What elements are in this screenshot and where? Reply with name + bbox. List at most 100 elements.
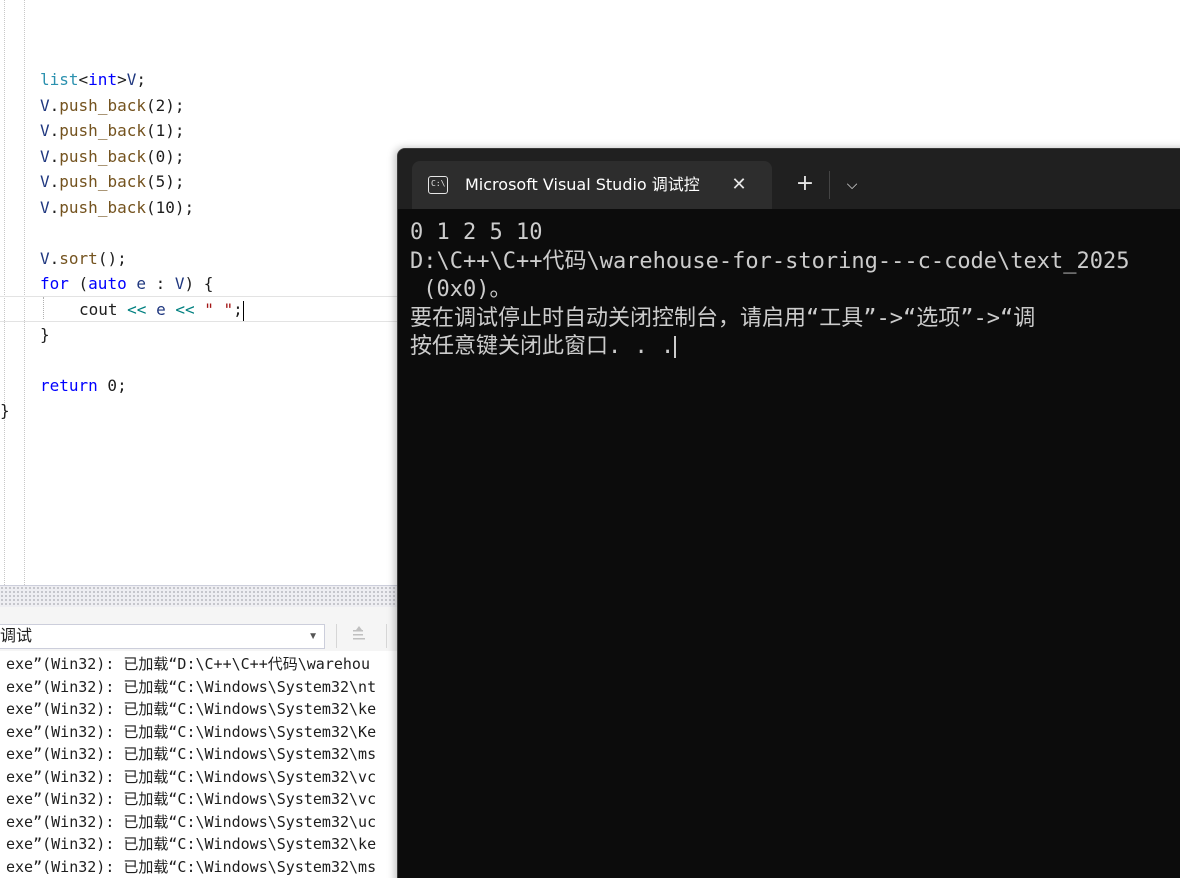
code-token: . (49, 121, 60, 140)
code-token: int (88, 70, 118, 89)
toolbar-divider (336, 624, 337, 648)
toolbar-divider (386, 624, 387, 648)
indent-guide (4, 0, 5, 585)
code-token: (0); (145, 147, 185, 166)
console-output[interactable]: 0 1 2 5 10 D:\C++\C++代码\warehouse-for-st… (410, 219, 1180, 362)
tab-title: Microsoft Visual Studio 调试控 (465, 175, 700, 194)
log-line: exe”(Win32): 已加载“C:\Windows\System32\vc (6, 790, 377, 808)
code-token: . (49, 147, 60, 166)
code-token: return (40, 376, 98, 395)
console-line: 按任意键关闭此窗口. . . (410, 333, 1180, 362)
code-token: << (117, 300, 157, 319)
code-line[interactable]: V.sort(); (40, 246, 127, 271)
code-token: V (126, 70, 137, 89)
code-line[interactable]: V.push_back(2); (40, 93, 185, 118)
code-token: V (40, 147, 50, 166)
text-caret (242, 300, 244, 321)
console-icon-glyph: C:\ (431, 179, 446, 188)
code-token: push_back (59, 147, 146, 166)
indent-guide (24, 0, 25, 585)
log-line: exe”(Win32): 已加载“C:\Windows\System32\ke (6, 700, 377, 718)
code-line[interactable]: V.push_back(0); (40, 144, 185, 169)
clear-all-icon (353, 626, 365, 640)
output-toolbar: 调试 ▼ (0, 607, 400, 651)
code-token: " " (204, 300, 234, 319)
log-line: exe”(Win32): 已加载“C:\Windows\System32\ms (6, 745, 377, 763)
code-token: sort (59, 249, 98, 268)
code-token: (5); (145, 172, 185, 191)
code-token: 0; (97, 376, 127, 395)
code-line[interactable]: } (40, 322, 50, 347)
console-line: 要在调试停止时自动关闭控制台，请启用“工具”->“选项”->“调 (410, 305, 1036, 331)
terminal-tab[interactable]: C:\ Microsoft Visual Studio 调试控 ✕ (412, 161, 772, 209)
indent-guide (43, 297, 44, 319)
code-token: V (40, 172, 50, 191)
code-token: e (126, 274, 146, 293)
code-token: push_back (59, 198, 146, 217)
chevron-down-icon: ⌵ (846, 177, 858, 193)
code-line[interactable]: for (auto e : V) { (40, 271, 213, 296)
pane-splitter[interactable] (0, 585, 400, 607)
tab-dropdown-button[interactable]: ⌵ (838, 171, 866, 199)
log-line: exe”(Win32): 已加载“C:\Windows\System32\vc (6, 767, 377, 786)
close-icon: ✕ (731, 174, 747, 195)
code-token: (2); (145, 96, 185, 115)
code-token: auto (88, 274, 127, 293)
output-log[interactable]: exe”(Win32): 已加载“D:\C++\C++代码\warehou ex… (0, 653, 400, 878)
code-token: ) { (184, 274, 214, 293)
log-line: exe”(Win32): 已加载“C:\Windows\System32\nt (6, 677, 377, 696)
code-token: push_back (59, 121, 146, 140)
code-token: } (0, 401, 10, 420)
code-line[interactable]: V.push_back(1); (40, 118, 185, 143)
close-tab-button[interactable]: ✕ (726, 172, 752, 198)
code-token: . (49, 172, 60, 191)
log-line: exe”(Win32): 已加载“D:\C++\C++代码\warehou (6, 655, 370, 673)
code-token: V (174, 274, 185, 293)
code-token: (); (97, 249, 127, 268)
code-token: . (49, 96, 60, 115)
code-token: (10); (145, 198, 195, 217)
code-token: list (40, 70, 79, 89)
code-token: } (40, 325, 50, 344)
code-line[interactable]: } (0, 398, 10, 423)
output-source-select[interactable]: 调试 ▼ (0, 624, 325, 649)
terminal-titlebar[interactable]: C:\ Microsoft Visual Studio 调试控 ✕ + ⌵ (398, 149, 1180, 209)
output-source-label: 调试 (0, 628, 33, 645)
code-token: push_back (59, 172, 146, 191)
code-token: V (40, 198, 50, 217)
code-token: V (40, 121, 50, 140)
code-token: V (40, 96, 50, 115)
code-token: . (49, 198, 60, 217)
log-line: exe”(Win32): 已加载“C:\Windows\System32\ms (6, 857, 377, 876)
titlebar-divider (829, 171, 830, 199)
code-token: V (40, 249, 50, 268)
debug-console-window[interactable]: C:\ Microsoft Visual Studio 调试控 ✕ + ⌵ 0 … (397, 148, 1180, 878)
console-line: (0x0)。 (410, 277, 512, 302)
code-token: e (156, 300, 166, 319)
console-line: D:\C++\C++代码\warehouse-for-storing---c-c… (410, 248, 1130, 274)
code-token: (1); (145, 121, 185, 140)
code-line[interactable]: return 0; (40, 373, 127, 398)
log-line: exe”(Win32): 已加载“C:\Windows\System32\Ke (6, 722, 377, 741)
code-token: : (145, 274, 175, 293)
code-token: . (49, 249, 60, 268)
code-token: ; (136, 70, 146, 89)
log-line: exe”(Win32): 已加载“C:\Windows\System32\uc (6, 812, 377, 831)
code-line[interactable]: cout << e << " "; (79, 297, 244, 322)
code-line[interactable]: V.push_back(5); (40, 169, 185, 194)
code-token: << (165, 300, 205, 319)
log-line: exe”(Win32): 已加载“C:\Windows\System32\ke (6, 835, 377, 853)
code-token: for (40, 274, 69, 293)
plus-icon: + (795, 171, 815, 196)
new-tab-button[interactable]: + (790, 171, 820, 199)
console-line-text: 按任意键关闭此窗口. . . (410, 334, 675, 359)
code-line[interactable]: V.push_back(10); (40, 195, 194, 220)
code-line[interactable]: list<int>V; (40, 67, 146, 92)
code-token: > (117, 70, 127, 89)
console-icon: C:\ (428, 176, 448, 194)
code-token: ( (68, 274, 89, 293)
code-token: < (78, 70, 89, 89)
code-token: cout (79, 300, 118, 319)
console-line: 0 1 2 5 10 (410, 220, 543, 245)
find-in-output-icon[interactable] (346, 625, 372, 647)
